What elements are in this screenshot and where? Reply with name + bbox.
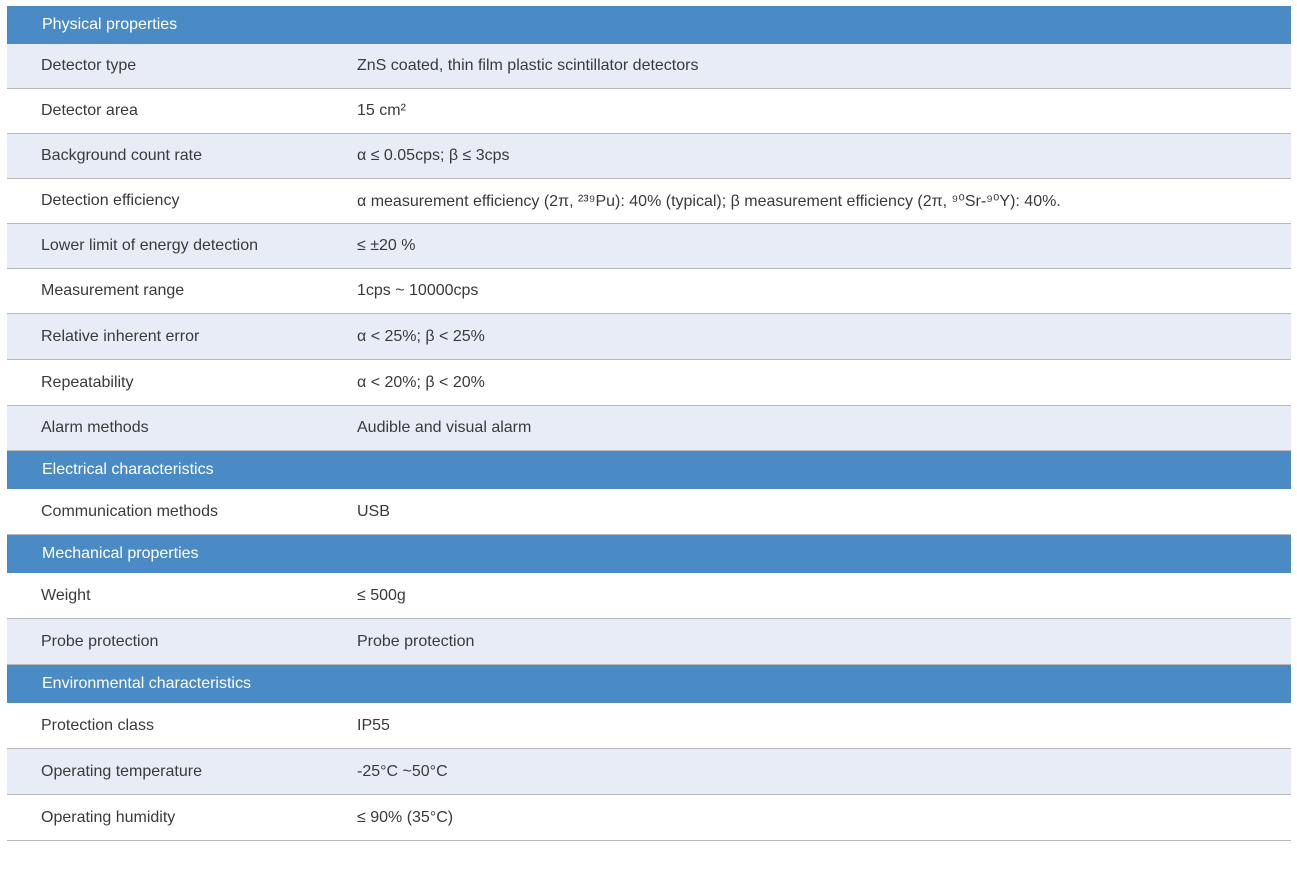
spec-label: Detector type (41, 57, 137, 74)
spec-row: Measurement range 1cps ~ 10000cps (7, 269, 1291, 314)
spec-row: Detector area 15 cm² (7, 89, 1291, 134)
spec-value: ≤ 90% (35°C) (357, 808, 454, 826)
spec-row: Detection efficiency α measurement effici… (7, 179, 1291, 224)
spec-label: Weight (41, 586, 91, 604)
spec-label: Alarm methods (41, 419, 149, 436)
spec-row: Alarm methods Audible and visual alarm (7, 406, 1291, 451)
section-title: Environmental characteristics (42, 675, 251, 692)
spec-row: Weight ≤ 500g (7, 573, 1291, 619)
spec-row: Relative inherent error α < 25%; β < 25% (7, 314, 1291, 360)
section-title: Physical properties (42, 16, 178, 33)
spec-label: Relative inherent error (41, 327, 200, 345)
section-header: Electrical characteristics (7, 451, 1291, 489)
section-header: Mechanical properties (7, 535, 1291, 573)
spec-row: Operating humidity ≤ 90% (35°C) (7, 795, 1291, 841)
section-title: Mechanical properties (42, 545, 199, 562)
spec-value: α < 20%; β < 20% (357, 373, 485, 391)
spec-row: Detector type ZnS coated, thin film plast… (7, 44, 1291, 89)
spec-value: ZnS coated, thin film plastic scintillat… (357, 57, 699, 74)
spec-label: Lower limit of energy detection (41, 237, 258, 254)
spec-label: Measurement range (41, 282, 185, 299)
spec-row: Communication methods USB (7, 489, 1291, 535)
spec-label: Probe protection (41, 632, 159, 650)
spec-value: 1cps ~ 10000cps (357, 282, 479, 299)
spec-label: Repeatability (41, 373, 134, 391)
spec-value: α < 25%; β < 25% (357, 327, 485, 345)
spec-row: Operating temperature -25°C ~50°C (7, 749, 1291, 795)
spec-label: Detection efficiency (41, 192, 180, 209)
section-title: Electrical characteristics (42, 461, 214, 478)
spec-row: Repeatability α < 20%; β < 20% (7, 360, 1291, 406)
spec-row: Lower limit of energy detection ≤ ±20 % (7, 224, 1291, 269)
spec-value: α measurement efficiency (2π, ²³⁹Pu): 40… (357, 193, 1061, 210)
spec-row: Protection class IP55 (7, 703, 1291, 749)
section-header: Physical properties (7, 6, 1291, 44)
spec-label: Protection class (41, 716, 154, 734)
spec-value: α ≤ 0.05cps; β ≤ 3cps (357, 147, 510, 164)
spec-table: Physical properties Detector type ZnS coat… (7, 6, 1291, 841)
spec-row: Probe protection Probe protection (7, 619, 1291, 665)
spec-value: IP55 (357, 716, 390, 734)
spec-label: Operating temperature (41, 762, 202, 780)
spec-value: ≤ ±20 % (357, 237, 416, 254)
spec-label: Detector area (41, 102, 138, 119)
spec-value: ≤ 500g (357, 586, 406, 604)
spec-value: Probe protection (357, 632, 475, 650)
spec-value: 15 cm² (357, 102, 406, 119)
spec-label: Background count rate (41, 147, 202, 164)
spec-label: Communication methods (41, 502, 218, 520)
spec-row: Background count rate α ≤ 0.05cps; β ≤ 3c… (7, 134, 1291, 179)
spec-value: USB (357, 502, 390, 520)
section-header: Environmental characteristics (7, 665, 1291, 703)
spec-value: -25°C ~50°C (357, 762, 448, 780)
spec-label: Operating humidity (41, 808, 176, 826)
spec-value: Audible and visual alarm (357, 419, 532, 436)
